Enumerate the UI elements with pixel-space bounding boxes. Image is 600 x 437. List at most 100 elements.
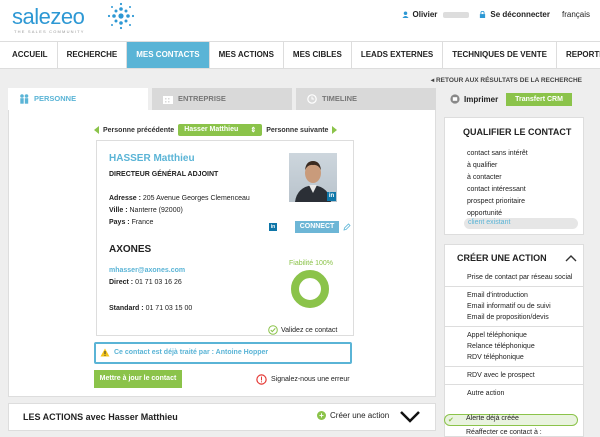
salezeo-logo[interactable]: salezeo THE SALES COMMUNITY xyxy=(12,4,85,35)
people-icon xyxy=(20,94,29,104)
check-icon: ✔ xyxy=(448,417,454,424)
report-error-link[interactable]: Signalez-nous une erreur xyxy=(256,374,350,385)
reliability-ring xyxy=(291,270,329,308)
action-type-list: Prise de contact par réseau social Email… xyxy=(445,269,583,399)
next-person-link[interactable]: Personne suivante xyxy=(266,127,328,134)
warning-icon xyxy=(100,348,110,357)
nav-leads-externes[interactable]: LEADS EXTERNES xyxy=(352,42,444,68)
nav-mes-cibles[interactable]: MES CIBLES xyxy=(284,42,352,68)
qualify-option[interactable]: prospect prioritaire xyxy=(467,196,528,208)
logo-text: salezeo xyxy=(12,4,85,29)
logout-link[interactable]: Se déconnecter xyxy=(490,10,550,19)
action-type-item[interactable]: Appel téléphonique xyxy=(445,326,583,341)
country-label: Pays : xyxy=(109,219,130,226)
country-value: France xyxy=(131,219,154,226)
direct-line: Direct : 01 71 03 16 26 xyxy=(109,279,182,286)
user-area: Olivier Se déconnecter français xyxy=(401,10,590,19)
contact-photo: in xyxy=(289,153,337,202)
back-to-results-label: RETOUR AUX RÉSULTATS DE LA RECHERCHE xyxy=(435,77,582,84)
linkedin-icon[interactable]: in xyxy=(269,223,277,231)
logo-tagline: THE SALES COMMUNITY xyxy=(14,29,85,34)
right-toolbar: Imprimer Transfert CRM xyxy=(440,88,588,110)
tabs: PERSONNE ENTREPRISE TIMELINE xyxy=(8,88,436,110)
reliability-ring-fill xyxy=(291,270,329,308)
action-type-item[interactable]: Autre action xyxy=(445,384,583,399)
logo-dots-icon xyxy=(107,2,135,30)
main-nav: ACCUEIL RECHERCHE MES CONTACTS MES ACTIO… xyxy=(0,41,600,69)
action-type-item[interactable]: Email d'introduction xyxy=(445,286,583,301)
direct-label: Direct : xyxy=(109,279,134,286)
qualify-option[interactable]: à qualifier xyxy=(467,160,528,172)
reliability-label: Fiabilité 100% xyxy=(289,260,333,267)
nav-mes-actions[interactable]: MES ACTIONS xyxy=(210,42,284,68)
action-type-item[interactable]: Email de proposition/devis xyxy=(445,312,583,323)
prev-person-link[interactable]: Personne précédente xyxy=(103,127,174,134)
person-select[interactable]: Hasser Matthieu ⇕ xyxy=(178,124,263,136)
create-action-title: CRÉER UNE ACTION xyxy=(457,253,547,263)
chevron-up-icon[interactable] xyxy=(565,254,577,262)
tab-entreprise-label: ENTREPRISE xyxy=(178,94,226,103)
alert-circle-icon xyxy=(256,374,267,385)
address-value: 205 Avenue Georges Clemenceau xyxy=(142,195,250,202)
qualify-options: contact sans intérêt à qualifier à conta… xyxy=(467,148,528,220)
print-label: Imprimer xyxy=(464,94,499,104)
report-error-label: Signalez-nous une erreur xyxy=(271,376,350,383)
standard-line: Standard : 01 71 03 15 00 xyxy=(109,305,192,312)
next-arrow-icon[interactable] xyxy=(332,126,338,134)
contact-name: HASSER Matthieu xyxy=(109,153,195,164)
tab-personne[interactable]: PERSONNE xyxy=(8,88,148,110)
nav-recherche[interactable]: RECHERCHE xyxy=(58,42,128,68)
city-label: Ville : xyxy=(109,207,128,214)
action-type-item[interactable]: RDV avec le prospect xyxy=(445,366,583,381)
alert-created-label: Alerte déjà créée xyxy=(466,415,519,422)
header: salezeo THE SALES COMMUNITY Olivier Se d… xyxy=(0,0,600,40)
edit-link-icon[interactable] xyxy=(343,223,351,231)
nav-techniques-de-vente[interactable]: TECHNIQUES DE VENTE xyxy=(443,42,557,68)
nav-mes-contacts[interactable]: MES CONTACTS xyxy=(127,42,210,68)
standard-phone: 01 71 03 15 00 xyxy=(145,305,193,312)
language-select[interactable]: français xyxy=(562,10,590,19)
connect-button[interactable]: CONNECT xyxy=(295,221,339,233)
actions-section: LES ACTIONS avec Hasser Matthieu + Créer… xyxy=(8,403,436,431)
city-line: Ville : Nanterre (92000) xyxy=(109,207,183,214)
chevron-down-icon[interactable] xyxy=(399,410,421,424)
person-select-value: Hasser Matthieu xyxy=(184,126,239,133)
update-contact-button[interactable]: Mettre à jour le contact xyxy=(94,370,182,388)
linkedin-badge-icon[interactable]: in xyxy=(327,192,336,201)
tab-personne-label: PERSONNE xyxy=(34,94,77,103)
transfer-crm-button[interactable]: Transfert CRM xyxy=(506,93,572,106)
qualify-option[interactable]: à contacter xyxy=(467,172,528,184)
contact-card: HASSER Matthieu DIRECTEUR GÉNÉRAL ADJOIN… xyxy=(96,140,354,336)
action-type-item[interactable]: Prise de contact par réseau social xyxy=(445,269,583,283)
validate-contact[interactable]: Validez ce contact xyxy=(268,325,337,335)
qualify-title: QUALIFIER LE CONTACT xyxy=(463,127,572,137)
reassign-contact-link[interactable]: Réaffecter ce contact à : xyxy=(466,429,542,436)
contact-title: DIRECTEUR GÉNÉRAL ADJOINT xyxy=(109,171,219,178)
company-name: AXONES xyxy=(109,244,152,255)
user-name[interactable]: Olivier xyxy=(413,10,438,19)
prev-arrow-icon[interactable] xyxy=(94,126,99,134)
building-icon xyxy=(163,96,173,104)
city-value: Nanterre (92000) xyxy=(129,207,183,214)
tab-entreprise[interactable]: ENTREPRISE xyxy=(152,88,292,110)
print-icon xyxy=(450,94,460,104)
qualify-selected-option[interactable]: client existant xyxy=(468,219,510,226)
print-button[interactable]: Imprimer xyxy=(450,94,498,104)
action-type-item[interactable]: RDV téléphonique xyxy=(445,352,583,363)
qualify-option[interactable]: contact sans intérêt xyxy=(467,148,528,160)
back-to-results-link[interactable]: ◂ RETOUR AUX RÉSULTATS DE LA RECHERCHE xyxy=(431,76,582,84)
check-circle-icon xyxy=(268,325,278,335)
create-action-label: Créer une action xyxy=(330,411,390,420)
actions-title: LES ACTIONS avec Hasser Matthieu xyxy=(23,412,178,422)
nav-accueil[interactable]: ACCUEIL xyxy=(0,42,58,68)
qualify-option[interactable]: contact intéressant xyxy=(467,184,528,196)
action-type-item[interactable]: Relance téléphonique xyxy=(445,341,583,352)
direct-phone: 01 71 03 16 26 xyxy=(135,279,182,286)
select-arrows-icon: ⇕ xyxy=(250,127,257,134)
create-action-link[interactable]: + Créer une action xyxy=(317,411,389,420)
action-type-item[interactable]: Email informatif ou de suivi xyxy=(445,301,583,312)
nav-reporting[interactable]: REPORTING xyxy=(557,42,600,68)
contact-email[interactable]: mhasser@axones.com xyxy=(109,267,185,274)
tab-timeline[interactable]: TIMELINE xyxy=(296,88,436,110)
tab-timeline-label: TIMELINE xyxy=(322,94,357,103)
